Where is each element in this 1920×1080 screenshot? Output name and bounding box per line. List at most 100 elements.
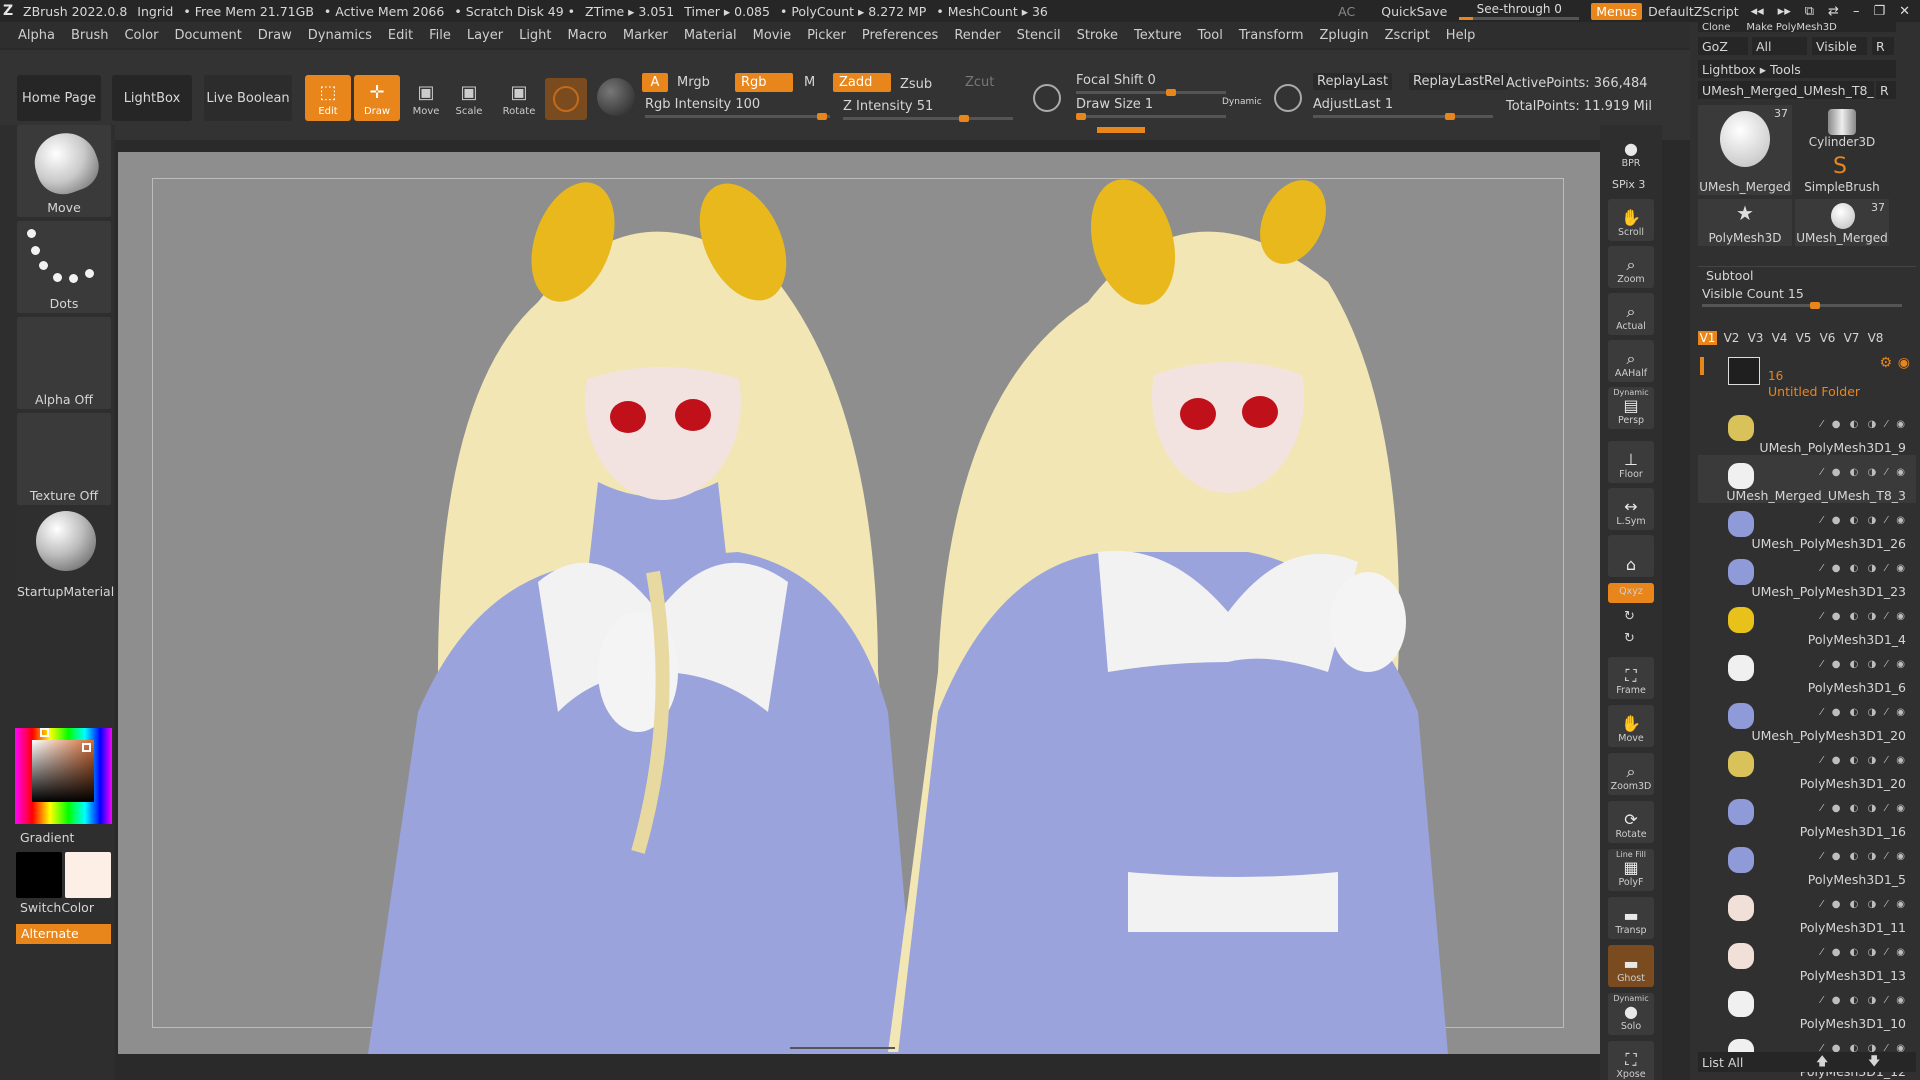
menu-layer[interactable]: Layer	[467, 28, 503, 43]
material-swatch[interactable]	[545, 78, 587, 120]
adjust-last-slider[interactable]	[1313, 113, 1493, 120]
secondary-color-swatch[interactable]	[16, 852, 62, 898]
arrows-right-icon[interactable]: ▸▸	[1778, 4, 1791, 19]
quicksave-button[interactable]: QuickSave	[1381, 4, 1447, 19]
menu-alpha[interactable]: Alpha	[18, 28, 55, 43]
lsym-button[interactable]: ↔ L.Sym	[1608, 488, 1654, 530]
subtool-item[interactable]: ⁄ ● ◐ ◑ ⁄ ◉ UMesh_PolyMesh3D1_23	[1698, 551, 1916, 599]
material-button[interactable]: StartupMaterial	[17, 509, 114, 601]
subtool-controls-icon[interactable]: ⁄ ● ◐ ◑ ⁄ ◉	[1821, 611, 1908, 622]
subtool-controls-icon[interactable]: ⁄ ● ◐ ◑ ⁄ ◉	[1821, 851, 1908, 862]
see-through-slider[interactable]: See-through 0	[1459, 2, 1580, 20]
default-zscript-button[interactable]: DefaultZScript	[1648, 4, 1739, 19]
subtool-header[interactable]: Subtool	[1706, 268, 1753, 283]
current-tool-slider[interactable]: UMesh_Merged_UMesh_T8_3	[1698, 81, 1874, 99]
vtab-v3[interactable]: V3	[1746, 331, 1765, 345]
arrow-up-icon[interactable]: 🡅	[1816, 1052, 1828, 1073]
vtab-v1[interactable]: V1	[1698, 331, 1717, 345]
primary-color-swatch[interactable]	[65, 852, 111, 898]
subtool-controls-icon[interactable]: ⁄ ● ◐ ◑ ⁄ ◉	[1821, 515, 1908, 526]
clone-button[interactable]: Clone	[1702, 22, 1730, 32]
persp-button[interactable]: Dynamic ▤ Persp	[1608, 387, 1654, 429]
brush-move-button[interactable]: Move	[17, 124, 111, 217]
menu-marker[interactable]: Marker	[623, 28, 668, 43]
color-picker[interactable]	[15, 728, 112, 824]
lock-button[interactable]: ⌂	[1608, 535, 1654, 577]
menus-button[interactable]: Menus	[1591, 2, 1643, 20]
home-page-button[interactable]: Home Page	[17, 75, 101, 121]
tool-thumb-cylinder[interactable]: Cylinder3D	[1795, 105, 1889, 150]
color-marker[interactable]	[82, 743, 91, 752]
frame-button[interactable]: ⛶ Frame	[1608, 657, 1654, 699]
z-intensity-slider[interactable]	[843, 115, 1013, 122]
zoom3d-button[interactable]: ⌕ Zoom3D	[1608, 753, 1654, 795]
polyf-button[interactable]: Line Fill ▦ PolyF	[1608, 849, 1654, 891]
menu-document[interactable]: Document	[174, 28, 241, 43]
tool-thumb-polymesh[interactable]: ★ PolyMesh3D	[1698, 199, 1792, 246]
subtool-controls-icon[interactable]: ⁄ ● ◐ ◑ ⁄ ◉	[1821, 419, 1908, 430]
menu-texture[interactable]: Texture	[1134, 28, 1182, 43]
goz-button[interactable]: GoZ	[1698, 37, 1748, 55]
draw-button[interactable]: ✛ Draw	[354, 75, 400, 121]
all-button[interactable]: All	[1752, 37, 1807, 55]
rgb-intensity-slider[interactable]	[645, 113, 830, 120]
gradient-label[interactable]: Gradient	[20, 830, 74, 845]
rotate-y-icon[interactable]: ↻	[1624, 609, 1635, 624]
xpose-button[interactable]: ⛶ Xpose	[1608, 1041, 1654, 1080]
subtool-item[interactable]: ⁄ ● ◐ ◑ ⁄ ◉ PolyMesh3D1_6	[1698, 647, 1916, 695]
edit-button[interactable]: ⬚ Edit	[305, 75, 351, 121]
vtab-v8[interactable]: V8	[1866, 331, 1885, 345]
a-toggle[interactable]: A	[642, 73, 668, 92]
focal-shift-s-icon[interactable]	[1033, 84, 1061, 112]
vtab-v4[interactable]: V4	[1770, 331, 1789, 345]
replay-last-button[interactable]: ReplayLast	[1313, 73, 1393, 90]
subtool-controls-icon[interactable]: ⁄ ● ◐ ◑ ⁄ ◉	[1821, 563, 1908, 574]
subtool-item[interactable]: ⁄ ● ◐ ◑ ⁄ ◉ PolyMesh3D1_4	[1698, 599, 1916, 647]
r2-button[interactable]: R	[1876, 81, 1896, 99]
dynamic-toggle[interactable]: Dynamic	[1222, 97, 1262, 107]
subtool-controls-icon[interactable]: ⁄ ● ◐ ◑ ⁄ ◉	[1821, 659, 1908, 670]
stroke-dots-button[interactable]: Dots	[17, 221, 111, 313]
vtab-v2[interactable]: V2	[1722, 331, 1741, 345]
texture-sphere-icon[interactable]	[597, 78, 635, 116]
menu-stroke[interactable]: Stroke	[1077, 28, 1118, 43]
restore-icon[interactable]: ❐	[1873, 4, 1885, 19]
menu-brush[interactable]: Brush	[71, 28, 109, 43]
canvas-bottom-scroll-handle[interactable]	[790, 1047, 895, 1054]
rotate-z-icon[interactable]: ↻	[1624, 631, 1635, 646]
vtab-v7[interactable]: V7	[1842, 331, 1861, 345]
window-layout-icon[interactable]: ⧉	[1805, 4, 1814, 19]
lightbox-button[interactable]: LightBox	[112, 75, 192, 121]
menu-material[interactable]: Material	[684, 28, 737, 43]
tool-thumb-umesh-merged-2[interactable]: 37 UMesh_Merged	[1795, 199, 1889, 246]
bpr-button[interactable]: ● BPR	[1608, 130, 1654, 172]
menu-draw[interactable]: Draw	[258, 28, 292, 43]
menu-dynamics[interactable]: Dynamics	[308, 28, 372, 43]
rotate-button[interactable]: ▣ Rotate	[496, 75, 542, 121]
tool-thumb-umesh-merged[interactable]: 37 UMesh_Merged	[1698, 105, 1792, 195]
visible-button[interactable]: Visible	[1812, 37, 1867, 55]
draw-size-slider[interactable]	[1076, 113, 1226, 120]
switch-color-button[interactable]: SwitchColor	[20, 900, 94, 915]
replay-d-icon[interactable]	[1274, 84, 1302, 112]
menu-macro[interactable]: Macro	[568, 28, 607, 43]
replay-last-rel-button[interactable]: ReplayLastRel	[1409, 73, 1509, 90]
scroll-button[interactable]: ✋ Scroll	[1608, 199, 1654, 241]
subtool-item[interactable]: ⁄ ● ◐ ◑ ⁄ ◉ UMesh_PolyMesh3D1_20	[1698, 695, 1916, 743]
menu-stencil[interactable]: Stencil	[1017, 28, 1061, 43]
spix-label[interactable]: SPix 3	[1612, 178, 1645, 191]
menu-render[interactable]: Render	[954, 28, 1000, 43]
mrgb-toggle[interactable]: Mrgb	[677, 75, 710, 90]
subtool-item[interactable]: ⁄ ● ◐ ◑ ⁄ ◉ PolyMesh3D1_13	[1698, 935, 1916, 983]
texture-button[interactable]: Texture Off	[17, 413, 111, 505]
subtool-folder[interactable]: 16 Untitled Folder ⚙ ◉	[1698, 355, 1916, 405]
move-button[interactable]: ▣ Move	[403, 75, 449, 121]
transp-button[interactable]: ▬ Transp	[1608, 897, 1654, 939]
arrows-left-icon[interactable]: ◂◂	[1751, 4, 1764, 19]
xyz-button[interactable]: Qxyz	[1608, 583, 1654, 603]
visible-count-slider[interactable]	[1702, 302, 1902, 309]
arrow-down-icon[interactable]: 🡇	[1868, 1052, 1880, 1073]
scale-button[interactable]: ▣ Scale	[446, 75, 492, 121]
subtool-controls-icon[interactable]: ⁄ ● ◐ ◑ ⁄ ◉	[1821, 803, 1908, 814]
r-button[interactable]: R	[1872, 37, 1894, 55]
